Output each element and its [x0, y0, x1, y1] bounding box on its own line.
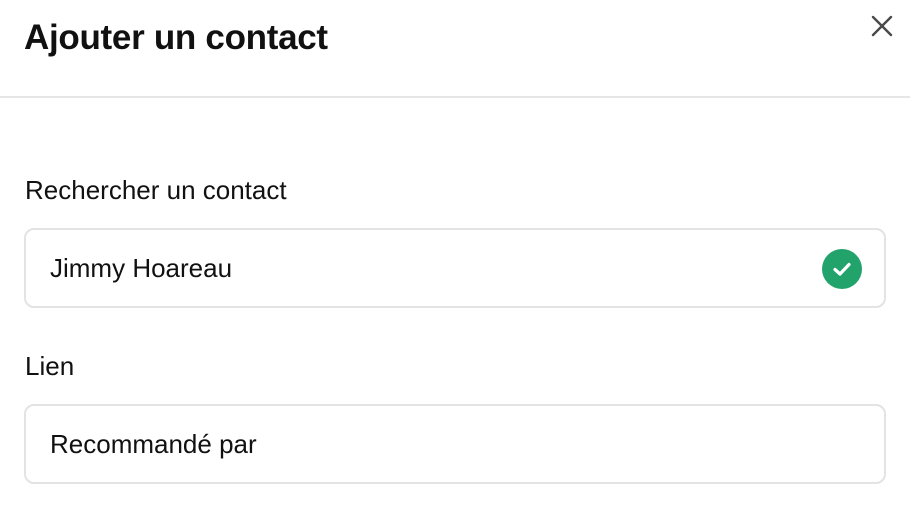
modal-header: Ajouter un contact: [0, 0, 910, 98]
search-contact-label: Rechercher un contact: [25, 175, 287, 205]
close-icon: [871, 15, 893, 37]
add-contact-modal: Ajouter un contact Rechercher un contact…: [0, 0, 910, 510]
search-contact-input[interactable]: [50, 230, 810, 306]
check-circle-icon: [822, 249, 862, 289]
link-field[interactable]: [24, 404, 886, 484]
modal-title: Ajouter un contact: [24, 18, 328, 57]
search-contact-field[interactable]: [24, 228, 886, 308]
link-input[interactable]: [50, 406, 810, 482]
close-button[interactable]: [866, 10, 898, 42]
link-label: Lien: [25, 351, 75, 381]
